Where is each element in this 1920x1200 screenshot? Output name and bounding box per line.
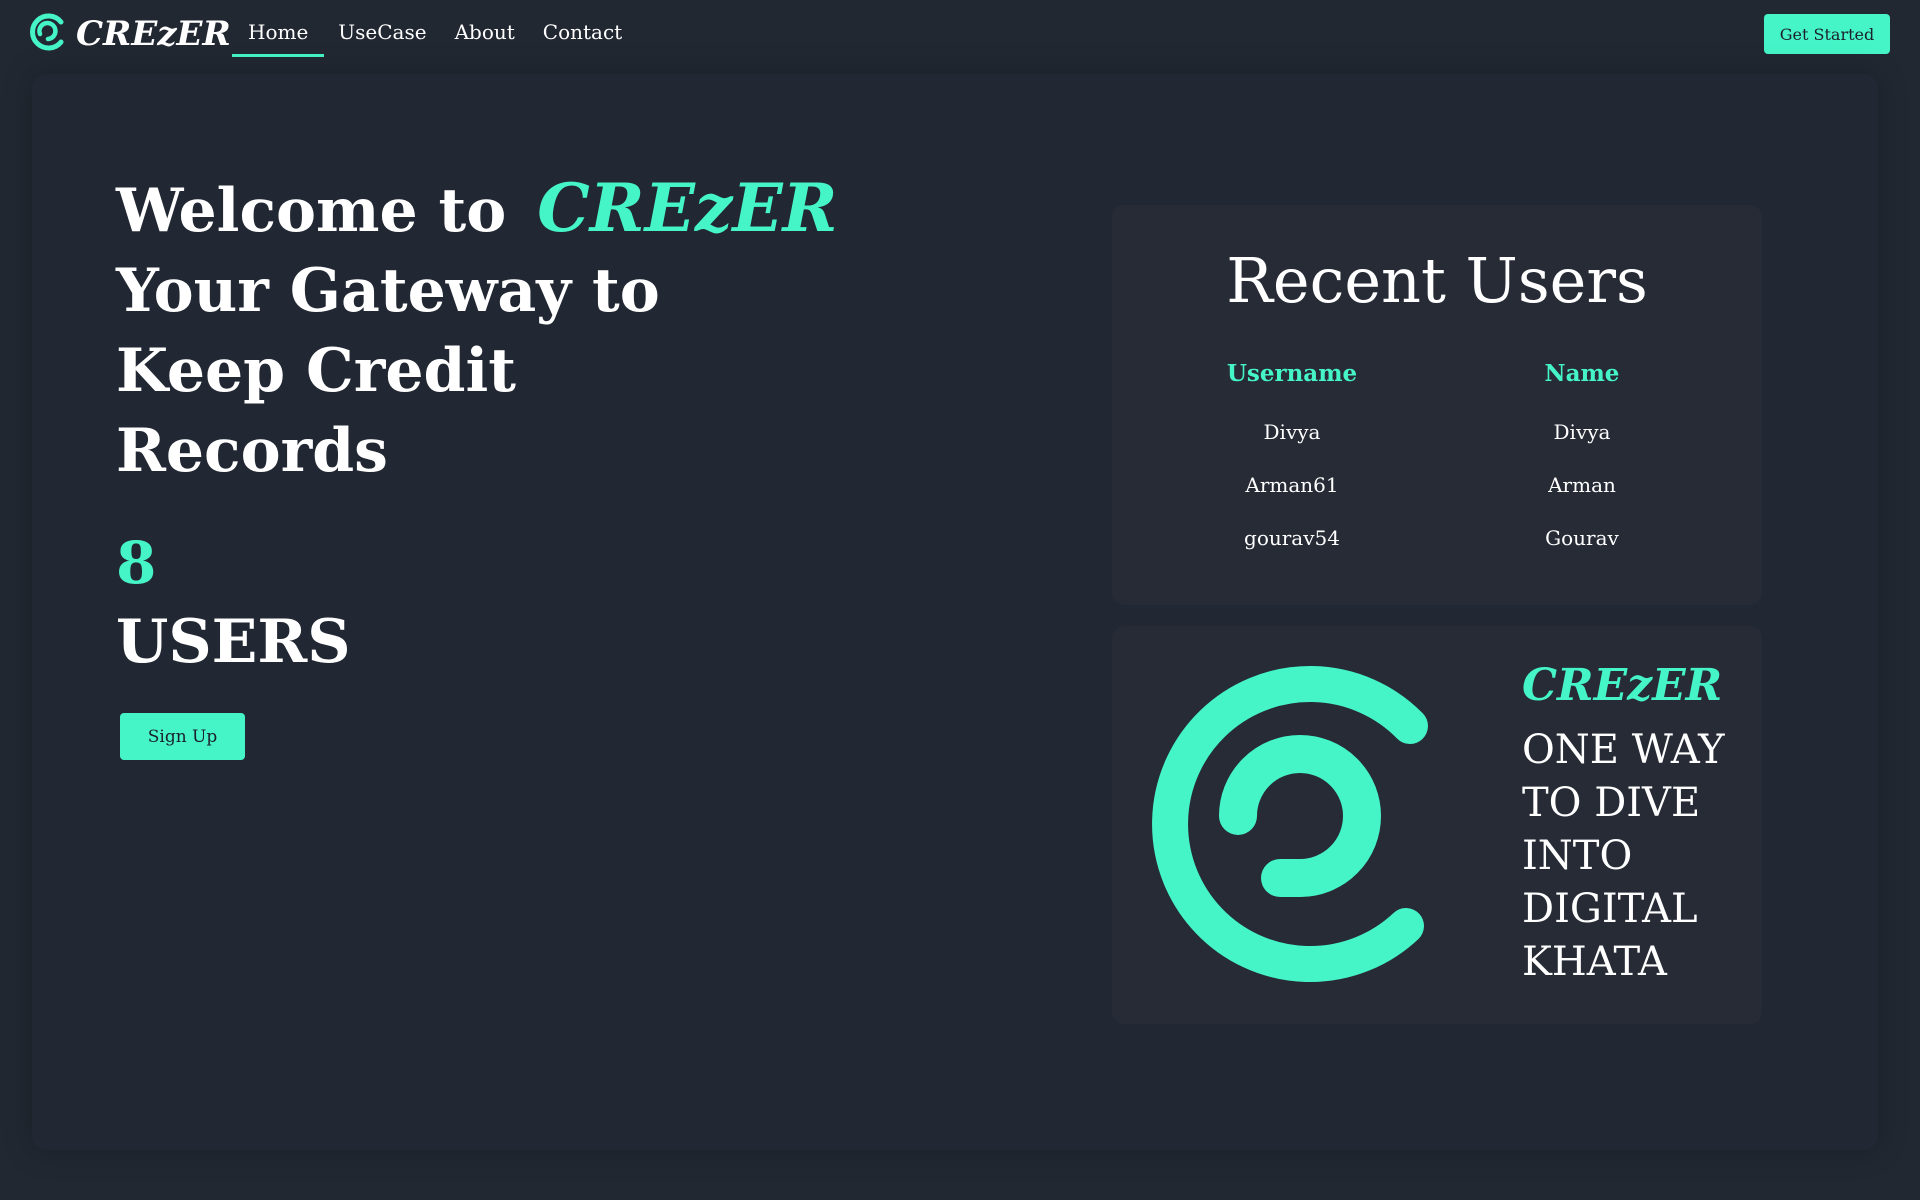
hero-brand: CREzER <box>537 169 838 247</box>
brand-name: CREzER <box>76 14 231 54</box>
recent-users-card: Recent Users Username Name Divya Divya A… <box>1112 205 1762 605</box>
crezer-logo-icon <box>28 12 68 56</box>
promo-brand: CREzER <box>1522 660 1723 711</box>
table-cell-name: Divya <box>1553 420 1611 444</box>
hero-line-2: Your Gateway to <box>116 256 660 326</box>
nav-about[interactable]: About <box>441 14 529 57</box>
user-count-label: USERS <box>116 607 351 677</box>
nav-home[interactable]: Home <box>232 14 325 57</box>
hero-welcome: Welcome to <box>116 176 507 246</box>
navbar: CREzER Home UseCase About Contact Get St… <box>0 0 1920 70</box>
promo-line-2: TO DIVE <box>1522 780 1701 826</box>
table-cell-username: Arman61 <box>1245 473 1339 497</box>
get-started-button[interactable]: Get Started <box>1764 14 1890 54</box>
hero-line-1: Welcome to CREzER <box>116 168 1016 251</box>
hero-line-4: Records <box>116 416 388 486</box>
promo-line-5: KHATA <box>1522 939 1667 985</box>
nav-links: Home UseCase About Contact <box>232 14 636 57</box>
table-cell-name: Gourav <box>1545 526 1619 550</box>
table-cell-username: gourav54 <box>1244 526 1340 550</box>
brand-logo[interactable]: CREzER <box>28 12 231 56</box>
crezer-large-logo-icon <box>1152 666 1428 983</box>
nav-usecase[interactable]: UseCase <box>324 14 440 57</box>
sign-up-button[interactable]: Sign Up <box>120 713 245 760</box>
promo-line-1: ONE WAY <box>1522 727 1725 773</box>
promo-line-3: INTO <box>1522 833 1633 879</box>
table-cell-username: Divya <box>1263 420 1321 444</box>
hero: Welcome to CREzER Your Gateway to Keep C… <box>116 168 1016 491</box>
user-count: 8 <box>116 529 157 597</box>
promo-line-4: DIGITAL <box>1522 886 1698 932</box>
recent-users-title: Recent Users <box>1226 244 1648 317</box>
nav-contact[interactable]: Contact <box>529 14 636 57</box>
column-header-username: Username <box>1226 360 1358 387</box>
promo-card: CREzER ONE WAY TO DIVE INTO DIGITAL KHAT… <box>1112 626 1762 1024</box>
hero-line-3: Keep Credit <box>116 336 517 406</box>
table-cell-name: Arman <box>1548 473 1616 497</box>
column-header-name: Name <box>1544 360 1620 387</box>
